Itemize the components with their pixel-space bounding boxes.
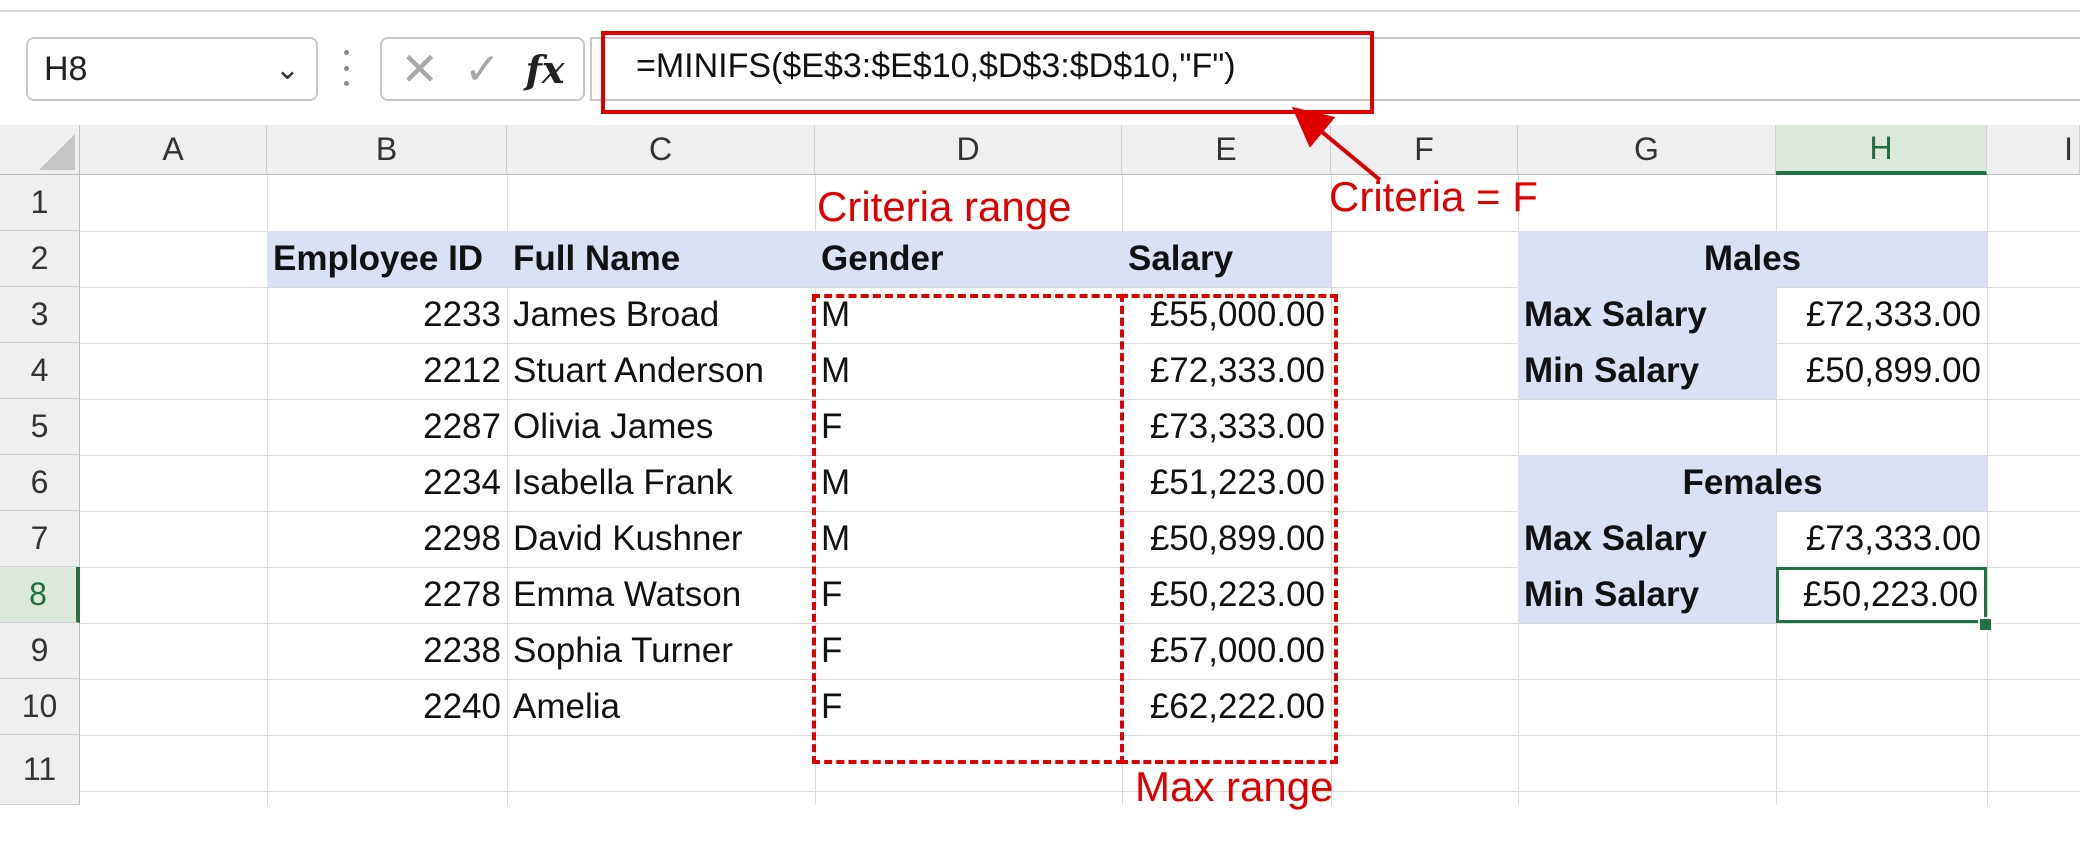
arrow-icon bbox=[1291, 106, 1382, 182]
